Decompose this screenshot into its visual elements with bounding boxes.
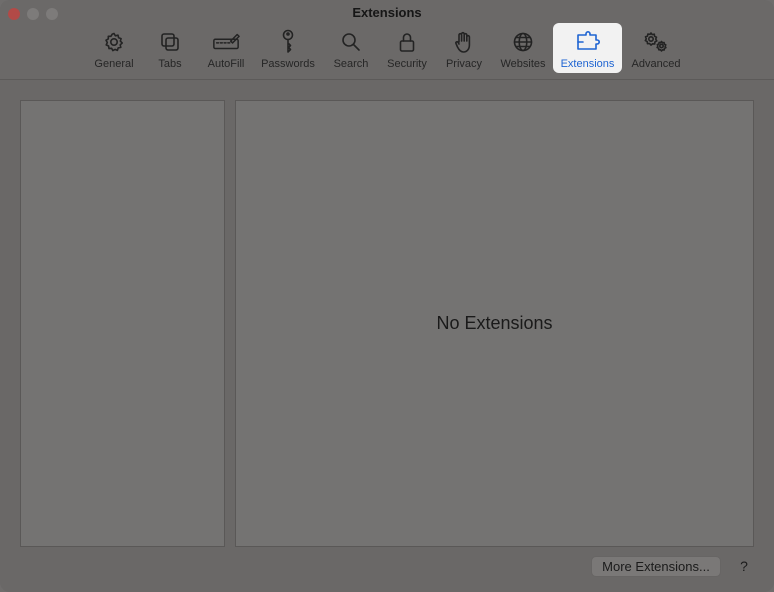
tab-search[interactable]: Search xyxy=(331,28,371,74)
puzzle-icon xyxy=(574,30,602,54)
tab-extensions[interactable]: Extensions xyxy=(553,23,622,73)
tab-autofill[interactable]: AutoFill xyxy=(204,28,248,74)
tabs-icon xyxy=(156,30,184,54)
tab-general[interactable]: General xyxy=(92,28,136,74)
help-button[interactable]: ? xyxy=(734,556,754,577)
window-title: Extensions xyxy=(352,5,422,20)
extensions-list-panel[interactable] xyxy=(20,100,225,547)
preferences-toolbar: General Tabs AutoFill Passwords Search S… xyxy=(0,23,774,74)
extension-detail-panel: No Extensions xyxy=(235,100,754,547)
tab-security[interactable]: Security xyxy=(384,28,430,74)
no-extensions-message: No Extensions xyxy=(436,313,553,333)
gears-icon xyxy=(642,30,670,54)
title-bar: Extensions General Tabs AutoFill Passwor… xyxy=(0,0,774,80)
autofill-icon xyxy=(212,30,240,54)
lock-icon xyxy=(393,30,421,54)
more-extensions-button[interactable]: More Extensions... xyxy=(591,556,721,577)
tab-privacy[interactable]: Privacy xyxy=(443,28,485,74)
key-icon xyxy=(274,29,302,54)
preferences-window: Extensions General Tabs AutoFill Passwor… xyxy=(0,0,774,592)
tab-passwords[interactable]: Passwords xyxy=(258,28,318,74)
globe-icon xyxy=(509,30,537,54)
hand-icon xyxy=(450,30,478,54)
tab-websites[interactable]: Websites xyxy=(497,28,549,74)
gear-icon xyxy=(100,30,128,54)
search-icon xyxy=(337,30,365,54)
tab-advanced[interactable]: Advanced xyxy=(628,28,684,74)
tab-tabs[interactable]: Tabs xyxy=(154,28,186,74)
